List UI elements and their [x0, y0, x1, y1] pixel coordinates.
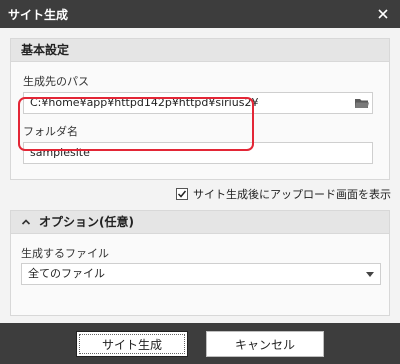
- files-selected-value: 全てのファイル: [28, 267, 105, 280]
- path-highlight-annotation: [18, 97, 254, 151]
- close-icon: [378, 9, 388, 19]
- close-button[interactable]: [372, 3, 394, 25]
- generate-site-button[interactable]: サイト生成: [76, 331, 188, 357]
- files-label: 生成するファイル: [21, 247, 109, 260]
- browse-folder-button[interactable]: [354, 95, 370, 111]
- dialog-titlebar: サイト生成: [0, 0, 400, 28]
- options-title: オプション(任意): [39, 215, 134, 229]
- checkmark-icon: [177, 190, 187, 198]
- options-panel: オプション(任意) 生成するファイル 全てのファイル: [10, 210, 390, 316]
- basic-settings-header: 基本設定: [11, 39, 389, 62]
- cancel-button[interactable]: キャンセル: [206, 331, 324, 357]
- show-upload-label: サイト生成後にアップロード画面を表示: [193, 188, 391, 201]
- path-label: 生成先のパス: [23, 75, 89, 88]
- folder-icon: [355, 99, 369, 108]
- dialog-title: サイト生成: [8, 8, 69, 22]
- show-upload-checkbox[interactable]: [176, 188, 188, 200]
- dialog-footer: サイト生成 キャンセル: [0, 323, 400, 364]
- show-upload-option[interactable]: サイト生成後にアップロード画面を表示: [176, 186, 391, 202]
- chevron-up-icon: [21, 219, 31, 225]
- options-header[interactable]: オプション(任意): [11, 211, 389, 234]
- dialog-content: 基本設定 生成先のパス C:¥home¥app¥httpd142p¥httpd¥…: [0, 28, 400, 323]
- files-select[interactable]: 全てのファイル: [21, 263, 381, 285]
- caret-down-icon: [366, 272, 374, 277]
